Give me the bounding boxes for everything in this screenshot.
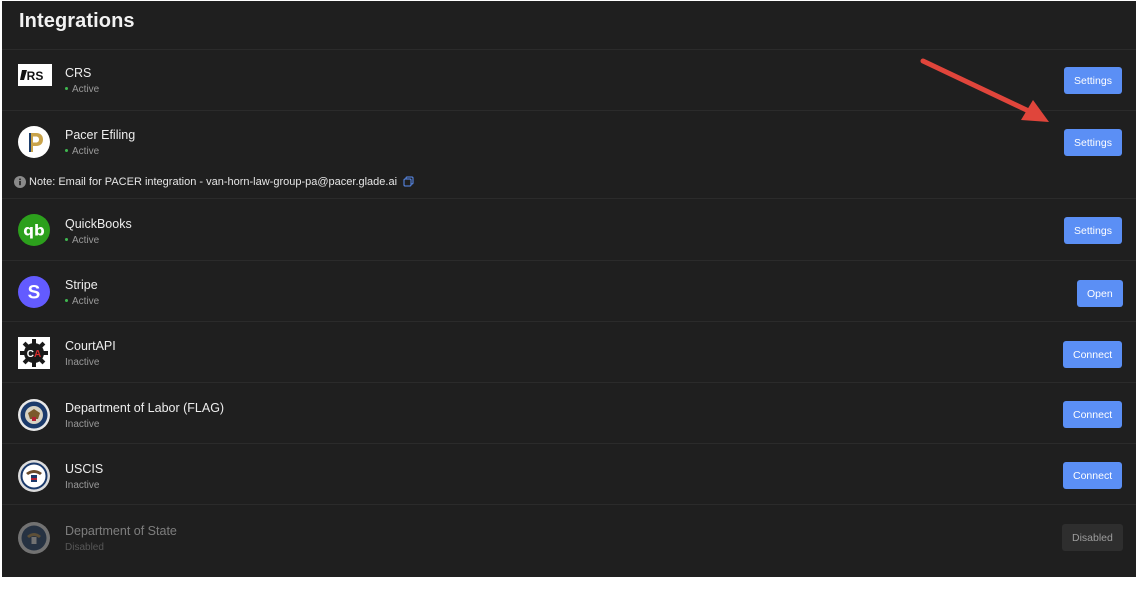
annotation-arrow-icon: [920, 58, 1049, 122]
active-dot-icon: [65, 238, 68, 241]
courtapi-connect-button[interactable]: Connect: [1063, 341, 1123, 368]
svg-text:CA: CA: [27, 349, 41, 360]
integration-name: CourtAPI: [65, 339, 116, 353]
svg-text:qb: qb: [23, 222, 45, 240]
integration-status: Inactive: [65, 357, 100, 368]
integration-name: Pacer Efiling: [65, 128, 136, 142]
pacer-email-note: Note: Email for PACER integration - van-…: [29, 176, 414, 188]
integration-row-stripe: S Stripe Active Open: [2, 260, 1136, 322]
integration-status: Disabled: [65, 542, 104, 553]
integration-name: QuickBooks: [65, 217, 132, 231]
dos-disabled-button: Disabled: [1062, 524, 1123, 551]
integration-status: Active: [65, 235, 99, 246]
integration-row-quickbooks: qb QuickBooks Active Settings: [2, 198, 1136, 260]
integration-status: Active: [65, 146, 99, 157]
svg-text:RS: RS: [27, 69, 44, 83]
quickbooks-logo: qb: [18, 214, 50, 246]
crs-settings-button[interactable]: Settings: [1064, 67, 1122, 94]
integration-status: Active: [65, 84, 99, 95]
integration-name: Department of Labor (FLAG): [65, 401, 225, 415]
page-title: Integrations: [19, 10, 135, 32]
dol-seal: [18, 399, 50, 431]
integration-name: CRS: [65, 66, 92, 80]
integration-row-dol-flag: Department of Labor (FLAG) Inactive Conn…: [2, 382, 1136, 444]
integration-status: Inactive: [65, 480, 100, 491]
courtapi-logo: CA: [18, 337, 50, 369]
info-icon: [14, 176, 26, 188]
integrations-panel: Integrations RS CRS Active Settings Pace…: [2, 1, 1136, 577]
pacer-settings-button[interactable]: Settings: [1064, 129, 1122, 156]
stripe-open-button[interactable]: Open: [1077, 280, 1123, 307]
crs-logo: RS: [18, 64, 52, 86]
integration-name: Department of State: [65, 524, 177, 538]
integration-status: Active: [65, 296, 99, 307]
integration-row-courtapi: CA CourtAPI Inactive Connect: [2, 321, 1136, 383]
integration-status: Inactive: [65, 419, 100, 430]
integration-name: USCIS: [65, 462, 104, 476]
dol-connect-button[interactable]: Connect: [1063, 401, 1123, 428]
pacer-logo: [18, 126, 50, 158]
integration-row-dos: Department of State Disabled Disabled: [2, 504, 1136, 577]
quickbooks-settings-button[interactable]: Settings: [1064, 217, 1122, 244]
integration-row-uscis: USCIS Inactive Connect: [2, 443, 1136, 505]
active-dot-icon: [65, 299, 68, 302]
dos-seal: [18, 522, 50, 554]
uscis-seal: [18, 460, 50, 492]
stripe-logo: S: [18, 276, 50, 308]
copy-icon[interactable]: [403, 176, 414, 187]
active-dot-icon: [65, 149, 68, 152]
svg-text:S: S: [28, 283, 41, 304]
uscis-connect-button[interactable]: Connect: [1063, 462, 1123, 489]
integration-name: Stripe: [65, 278, 98, 292]
active-dot-icon: [65, 87, 68, 90]
